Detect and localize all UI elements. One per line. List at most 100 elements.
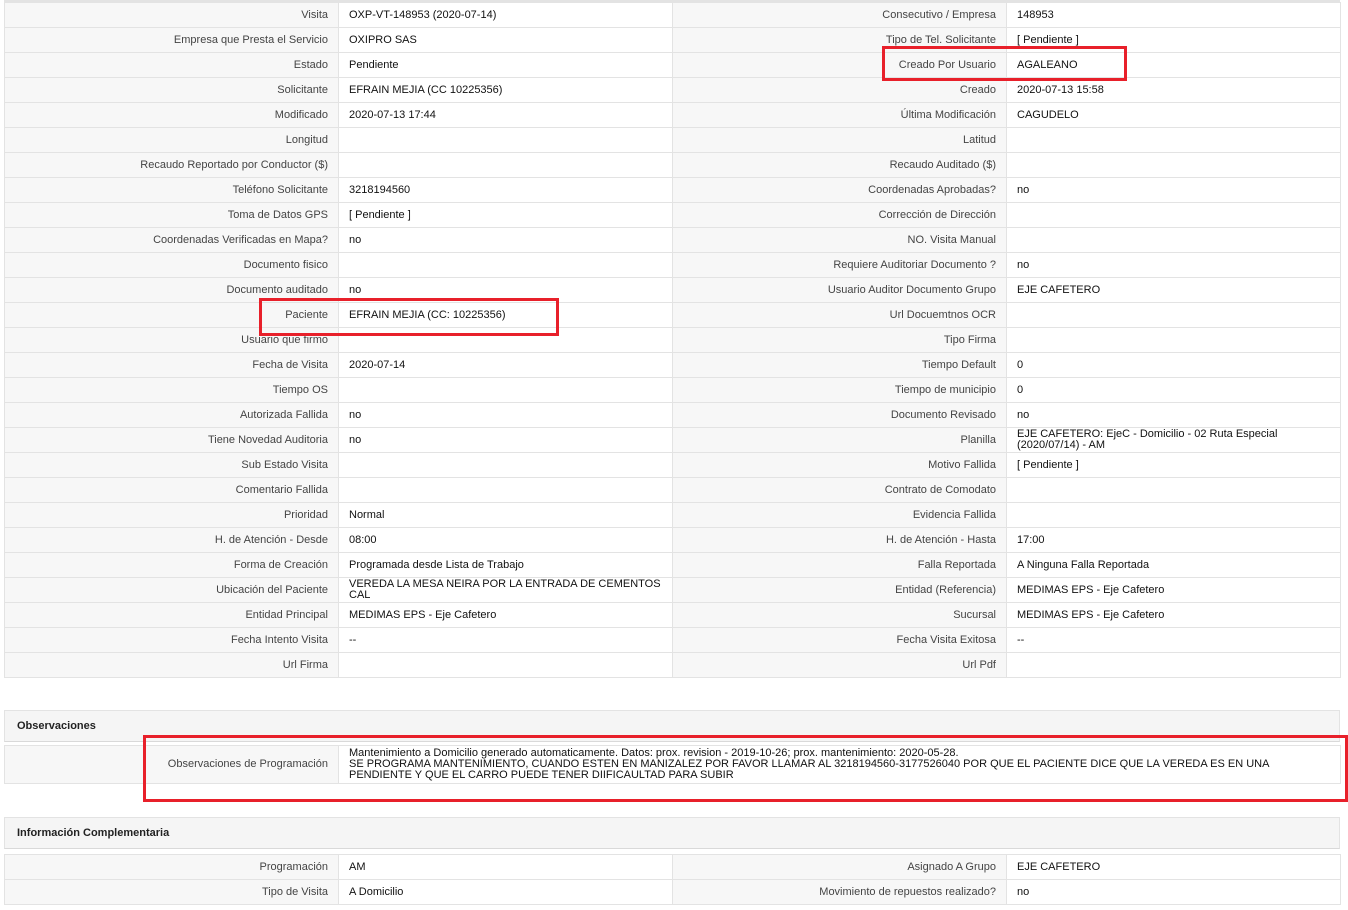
field-value: 2020-07-13 15:58 [1006,77,1341,103]
field-label: Documento auditado [4,277,339,303]
informacion-complementaria-header: Información Complementaria [4,817,1340,849]
field-value: AGALEANO [1006,52,1341,78]
field-value: MEDIMAS EPS - Eje Cafetero [1006,577,1341,603]
table-row: Documento fisico Requiere Auditoriar Docu… [4,252,1341,278]
field-label: Corrección de Dirección [672,202,1007,228]
field-value: no [1006,402,1341,428]
table-row: Recaudo Reportado por Conductor ($) Recau… [4,152,1341,178]
visit-detail-table: Visita OXP-VT-148953 (2020-07-14) Consecut… [4,2,1341,678]
observaciones-programacion-value: Mantenimiento a Domicilio generado autom… [338,745,1341,784]
field-value: no [1006,177,1341,203]
field-label: Asignado A Grupo [672,854,1007,880]
observaciones-programacion-label: Observaciones de Programación [4,745,339,784]
field-label: Sub Estado Visita [4,452,339,478]
informacion-complementaria-table: Programación AM Asignado A Grupo EJE CAFETE… [4,854,1341,905]
field-label: Fecha Visita Exitosa [672,627,1007,653]
table-row: Observaciones de Programación Mantenimie… [4,745,1341,784]
informacion-complementaria-title: Información Complementaria [17,827,170,839]
table-row: Empresa que Presta el Servicio OXIPRO SAS… [4,27,1341,53]
field-label: Solicitante [4,77,339,103]
field-value [338,652,673,678]
field-label: Coordenadas Aprobadas? [672,177,1007,203]
observaciones-header: Observaciones [4,710,1340,742]
field-label: Falla Reportada [672,552,1007,578]
field-value: 3218194560 [338,177,673,203]
field-value [338,377,673,403]
field-value: A Ninguna Falla Reportada [1006,552,1341,578]
field-value: 148953 [1006,2,1341,28]
field-label: Ubicación del Paciente [4,577,339,603]
table-row: Entidad Principal MEDIMAS EPS - Eje Cafet… [4,602,1341,628]
field-label: Teléfono Solicitante [4,177,339,203]
field-value [338,152,673,178]
field-value: 2020-07-14 [338,352,673,378]
field-value: OXP-VT-148953 (2020-07-14) [338,2,673,28]
field-label: Tipo de Visita [4,879,339,905]
table-row: Comentario Fallida Contrato de Comodato [4,477,1341,503]
table-row: Tipo de Visita A Domicilio Movimiento de r… [4,879,1341,905]
field-value: 17:00 [1006,527,1341,553]
field-value: [ Pendiente ] [338,202,673,228]
field-label: Recaudo Auditado ($) [672,152,1007,178]
field-value [1006,502,1341,528]
field-label: Documento fisico [4,252,339,278]
field-value: VEREDA LA MESA NEIRA POR LA ENTRADA DE C… [338,577,673,603]
table-row: Modificado 2020-07-13 17:44 Última Modific… [4,102,1341,128]
field-value [1006,152,1341,178]
field-label: Forma de Creación [4,552,339,578]
field-label: Url Pdf [672,652,1007,678]
field-label: H. de Atención - Desde [4,527,339,553]
field-label: Prioridad [4,502,339,528]
field-value [1006,127,1341,153]
field-value [338,327,673,353]
field-label: Estado [4,52,339,78]
field-label: NO. Visita Manual [672,227,1007,253]
field-label: Última Modificación [672,102,1007,128]
field-label: Paciente [4,302,339,328]
table-row: Longitud Latitud [4,127,1341,153]
field-value [1006,477,1341,503]
field-value: Programada desde Lista de Trabajo [338,552,673,578]
field-value: no [338,427,673,453]
table-row: Ubicación del Paciente VEREDA LA MESA NEI… [4,577,1341,603]
field-value: 0 [1006,377,1341,403]
field-value: 08:00 [338,527,673,553]
table-row: Teléfono Solicitante 3218194560 Coordenada… [4,177,1341,203]
field-label: Usuario que firmo [4,327,339,353]
table-row: Autorizada Fallida no Documento Revisado … [4,402,1341,428]
field-value: no [338,227,673,253]
field-value: no [338,402,673,428]
table-row: Usuario que firmo Tipo Firma [4,327,1341,353]
table-row: Sub Estado Visita Motivo Fallida[ Pendien… [4,452,1341,478]
field-value [338,127,673,153]
field-value: EFRAIN MEJIA (CC 10225356) [338,77,673,103]
field-label: Tipo de Tel. Solicitante [672,27,1007,53]
table-row: Paciente EFRAIN MEJIA (CC: 10225356) Url D… [4,302,1341,328]
field-label: Tiempo de municipio [672,377,1007,403]
field-value: EJE CAFETERO: EjeC - Domicilio - 02 Ruta… [1006,427,1341,453]
table-row: Programación AM Asignado A Grupo EJE CAFETE… [4,854,1341,880]
table-row: Tiene Novedad Auditoria no Planilla EJE CA… [4,427,1341,453]
field-value: [ Pendiente ] [1006,452,1341,478]
field-value: A Domicilio [338,879,673,905]
field-label: Empresa que Presta el Servicio [4,27,339,53]
observaciones-table: Observaciones de Programación Mantenimie… [4,745,1341,784]
field-label: Coordenadas Verificadas en Mapa? [4,227,339,253]
field-value: AM [338,854,673,880]
field-value [1006,302,1341,328]
field-label: Tiempo Default [672,352,1007,378]
field-label: H. de Atención - Hasta [672,527,1007,553]
field-value: -- [1006,627,1341,653]
table-row: Url Firma Url Pdf [4,652,1341,678]
field-value: 0 [1006,352,1341,378]
field-label: Url Docuemtnos OCR [672,302,1007,328]
field-value [338,477,673,503]
field-label: Entidad Principal [4,602,339,628]
field-label: Evidencia Fallida [672,502,1007,528]
table-row: Fecha Intento Visita -- Fecha Visita Exit… [4,627,1341,653]
field-value: no [338,277,673,303]
field-value: no [1006,879,1341,905]
field-label: Fecha Intento Visita [4,627,339,653]
field-value: EJE CAFETERO [1006,854,1341,880]
field-label: Contrato de Comodato [672,477,1007,503]
